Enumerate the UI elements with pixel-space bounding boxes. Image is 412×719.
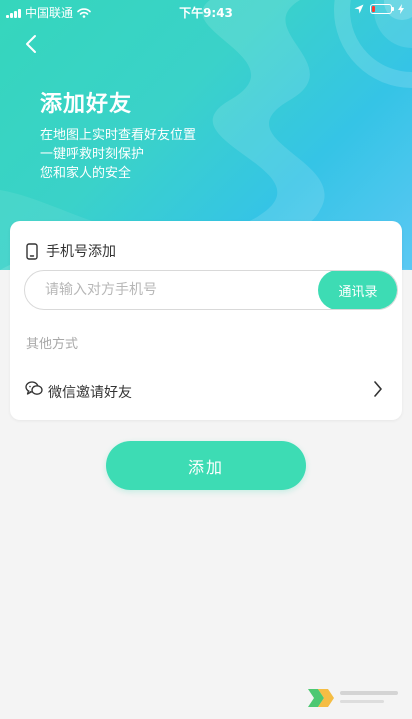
status-bar: 中国联通 下午9:43: [0, 0, 412, 22]
phone-number-input[interactable]: [25, 271, 305, 309]
wechat-invite-row[interactable]: 微信邀请好友: [10, 367, 402, 413]
phone-section-title: 手机号添加: [46, 244, 116, 260]
phone-input-row: 通讯录: [24, 270, 398, 310]
phone-section-header: 手机号添加: [26, 241, 116, 261]
subtitle-line: 在地图上实时查看好友位置: [40, 128, 197, 143]
add-friend-card: 手机号添加 通讯录 其他方式 微信邀请好友: [10, 221, 402, 420]
location-arrow-icon: [354, 4, 364, 14]
chevron-right-icon: [374, 381, 382, 397]
wechat-invite-label: 微信邀请好友: [48, 385, 132, 401]
back-arrow-icon: [26, 35, 36, 53]
back-button[interactable]: [18, 30, 46, 58]
battery-icon: [370, 4, 394, 14]
wechat-icon: [25, 381, 43, 395]
subtitle-line: 您和家人的安全: [40, 166, 132, 181]
add-button[interactable]: 添加: [106, 441, 306, 490]
mobile-phone-icon: [26, 242, 38, 260]
status-time: 下午9:43: [179, 6, 233, 20]
subtitle-line: 一键呼救时刻保护: [40, 147, 145, 162]
page-title: 添加好友: [40, 92, 133, 117]
contacts-button[interactable]: 通讯录: [318, 271, 397, 309]
watermark-logo: [308, 689, 398, 707]
other-methods-label: 其他方式: [26, 337, 79, 352]
page-subtitle: 在地图上实时查看好友位置 一键呼救时刻保护 您和家人的安全: [40, 126, 196, 183]
charging-bolt-icon: [398, 4, 404, 14]
